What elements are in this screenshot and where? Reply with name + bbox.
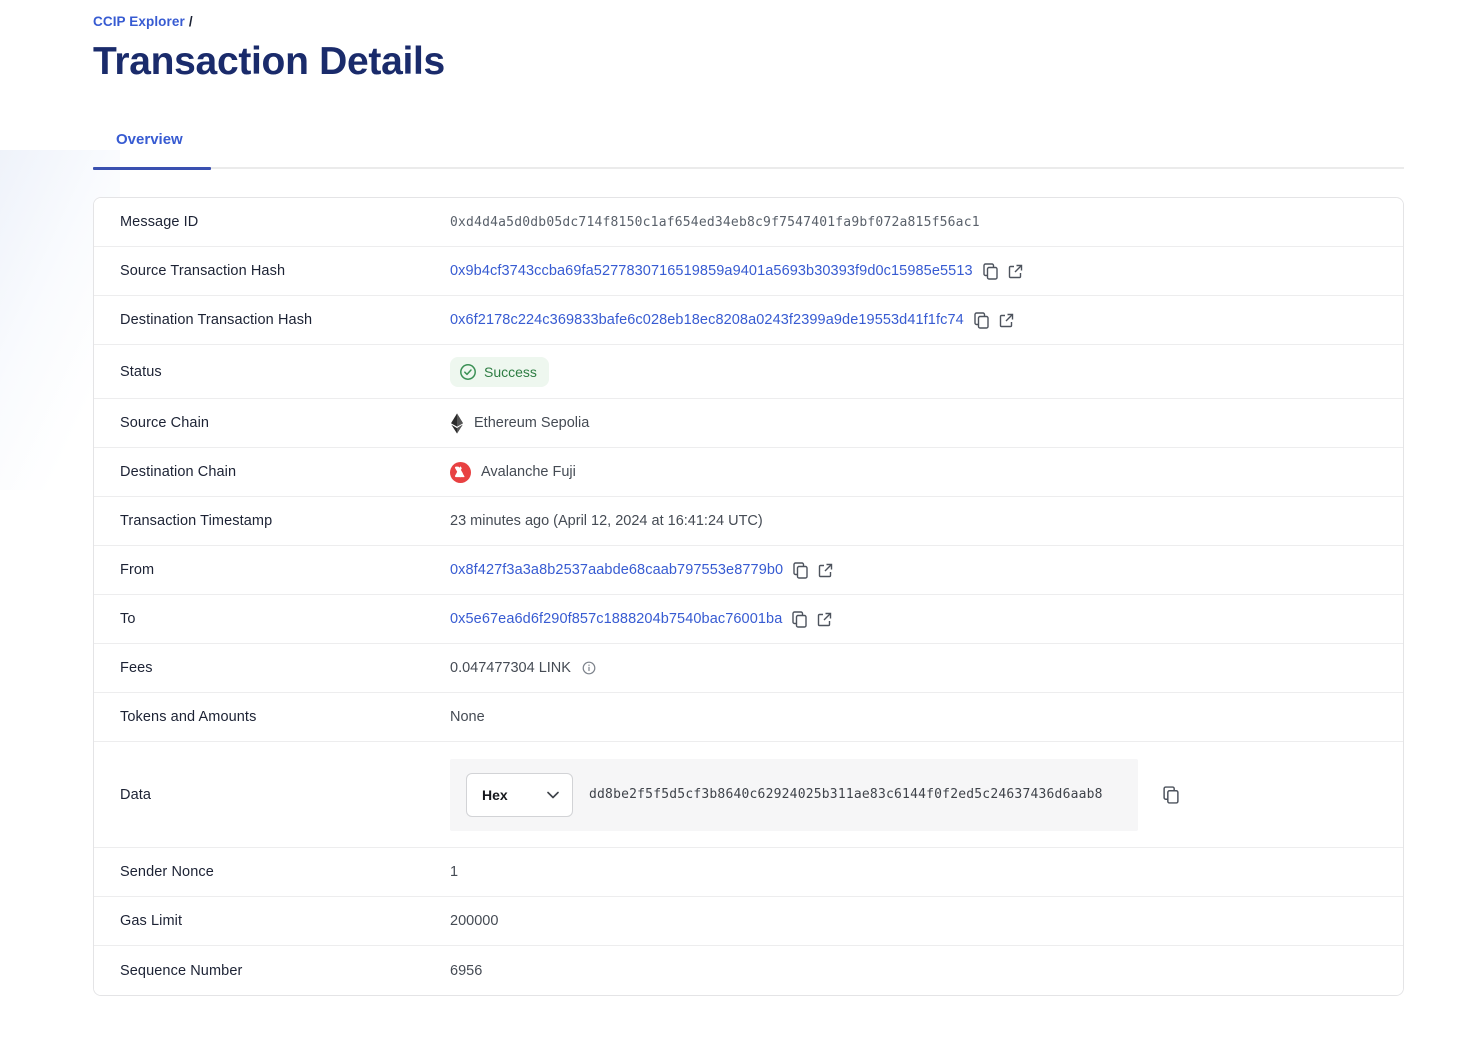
row-label: Tokens and Amounts	[94, 709, 450, 725]
status-badge: Success	[450, 357, 549, 387]
table-row-source-tx-hash: Source Transaction Hash 0x9b4cf3743ccba6…	[94, 247, 1403, 296]
breadcrumb-link-ccip-explorer[interactable]: CCIP Explorer	[93, 14, 185, 29]
timestamp-value: 23 minutes ago (April 12, 2024 at 16:41:…	[450, 513, 763, 529]
transaction-details-table: Message ID 0xd4d4a5d0db05dc714f8150c1af6…	[93, 197, 1404, 996]
sender-nonce-value: 1	[450, 864, 458, 880]
table-row-message-id: Message ID 0xd4d4a5d0db05dc714f8150c1af6…	[94, 198, 1403, 247]
data-hex-value: dd8be2f5f5d5cf3b8640c62924025b311ae83c61…	[589, 787, 1103, 802]
table-row-dest-tx-hash: Destination Transaction Hash 0x6f2178c22…	[94, 296, 1403, 345]
from-address-link[interactable]: 0x8f427f3a3a8b2537aabde68caab797553e8779…	[450, 562, 783, 578]
copy-icon[interactable]	[974, 312, 989, 329]
row-label: Sequence Number	[94, 963, 450, 979]
data-format-selected: Hex	[482, 787, 508, 803]
external-link-icon[interactable]	[818, 563, 833, 578]
row-label: Data	[94, 787, 450, 803]
external-link-icon[interactable]	[1008, 264, 1023, 279]
table-row-data: Data Hex dd8be2f5f5d5cf3b8640c62924025b3…	[94, 742, 1403, 848]
page-title: Transaction Details	[93, 40, 1404, 84]
copy-icon[interactable]	[1163, 786, 1179, 804]
tab-overview[interactable]: Overview	[93, 131, 206, 169]
copy-icon[interactable]	[983, 263, 998, 280]
table-row-fees: Fees 0.047477304 LINK	[94, 644, 1403, 693]
breadcrumb-separator: /	[189, 14, 193, 29]
table-row-gas-limit: Gas Limit 200000	[94, 897, 1403, 946]
row-label: Destination Chain	[94, 464, 450, 480]
info-icon[interactable]	[582, 661, 596, 675]
message-id-value: 0xd4d4a5d0db05dc714f8150c1af654ed34eb8c9…	[450, 215, 980, 230]
row-label: To	[94, 611, 450, 627]
avalanche-icon	[450, 462, 471, 483]
copy-icon[interactable]	[792, 611, 807, 628]
row-label: Sender Nonce	[94, 864, 450, 880]
sequence-number-value: 6956	[450, 963, 482, 979]
table-row-timestamp: Transaction Timestamp 23 minutes ago (Ap…	[94, 497, 1403, 546]
status-badge-label: Success	[484, 364, 537, 380]
table-row-from: From 0x8f427f3a3a8b2537aabde68caab797553…	[94, 546, 1403, 595]
external-link-icon[interactable]	[817, 612, 832, 627]
ethereum-icon	[450, 413, 464, 434]
row-label: From	[94, 562, 450, 578]
row-label: Gas Limit	[94, 913, 450, 929]
source-chain-name: Ethereum Sepolia	[474, 415, 589, 431]
row-label: Status	[94, 364, 450, 380]
dest-tx-hash-link[interactable]: 0x6f2178c224c369833bafe6c028eb18ec8208a0…	[450, 312, 964, 328]
row-label: Fees	[94, 660, 450, 676]
table-row-to: To 0x5e67ea6d6f290f857c1888204b7540bac76…	[94, 595, 1403, 644]
row-label: Transaction Timestamp	[94, 513, 450, 529]
tab-overview-label: Overview	[116, 131, 183, 148]
tab-active-indicator	[93, 167, 211, 170]
fees-value: 0.047477304 LINK	[450, 660, 571, 676]
table-row-sequence-number: Sequence Number 6956	[94, 946, 1403, 995]
row-label: Destination Transaction Hash	[94, 312, 450, 328]
gas-limit-value: 200000	[450, 913, 498, 929]
copy-icon[interactable]	[793, 562, 808, 579]
chevron-down-icon	[547, 791, 559, 799]
dest-chain-name: Avalanche Fuji	[481, 464, 576, 480]
main-content: CCIP Explorer / Transaction Details Overv…	[0, 0, 1470, 996]
row-label: Source Chain	[94, 415, 450, 431]
data-hex-box: Hex dd8be2f5f5d5cf3b8640c62924025b311ae8…	[450, 759, 1138, 831]
table-row-tokens: Tokens and Amounts None	[94, 693, 1403, 742]
source-tx-hash-link[interactable]: 0x9b4cf3743ccba69fa5277830716519859a9401…	[450, 263, 973, 279]
tab-bar-divider	[93, 167, 1404, 169]
tab-bar: Overview	[93, 131, 1404, 169]
table-row-sender-nonce: Sender Nonce 1	[94, 848, 1403, 897]
table-row-status: Status Success	[94, 345, 1403, 399]
table-row-source-chain: Source Chain Ethereum Sepolia	[94, 399, 1403, 448]
breadcrumb: CCIP Explorer /	[93, 14, 1404, 29]
external-link-icon[interactable]	[999, 313, 1014, 328]
row-label: Source Transaction Hash	[94, 263, 450, 279]
table-row-dest-chain: Destination Chain Avalanche Fuji	[94, 448, 1403, 497]
row-label: Message ID	[94, 214, 450, 230]
check-circle-icon	[459, 363, 477, 381]
data-format-select[interactable]: Hex	[466, 773, 573, 817]
tokens-value: None	[450, 709, 485, 725]
to-address-link[interactable]: 0x5e67ea6d6f290f857c1888204b7540bac76001…	[450, 611, 782, 627]
